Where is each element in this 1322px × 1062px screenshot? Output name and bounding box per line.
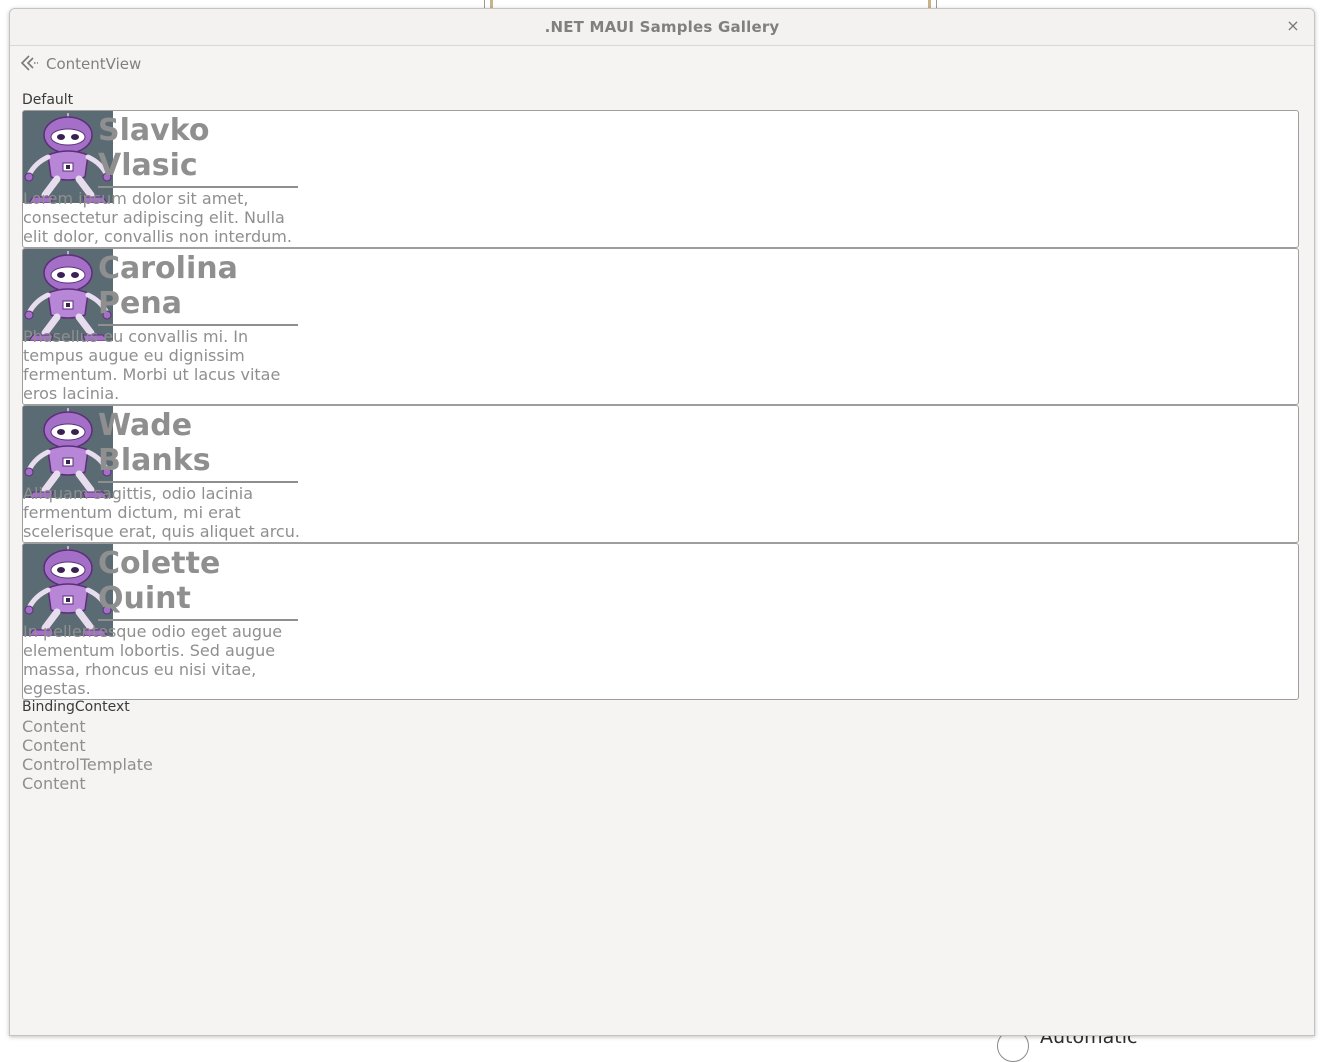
card-name: Colette Quint bbox=[98, 546, 221, 616]
card-divider bbox=[98, 324, 298, 326]
background-divider bbox=[490, 0, 493, 8]
card-name: Wade Blanks bbox=[98, 408, 211, 478]
profile-card: Slavko Vlasic Lorem ipsum dolor sit amet… bbox=[22, 110, 1299, 248]
window-title: .NET MAUI Samples Gallery bbox=[544, 18, 780, 36]
card-description: Aliquam sagittis, odio lacinia fermentum… bbox=[23, 484, 300, 541]
content-link[interactable]: Content bbox=[22, 774, 86, 793]
card-name: Slavko Vlasic bbox=[98, 113, 210, 183]
profile-card: Carolina Pena Phasellus eu convallis mi.… bbox=[22, 248, 1299, 405]
background-divider bbox=[928, 0, 931, 8]
title-bar[interactable]: .NET MAUI Samples Gallery × bbox=[10, 9, 1314, 46]
profile-card: Colette Quint In pellentesque odio eget … bbox=[22, 543, 1299, 700]
profile-card: Wade Blanks Aliquam sagittis, odio lacin… bbox=[22, 405, 1299, 543]
background-divider bbox=[936, 0, 937, 8]
section-label-bindingcontext: BindingContext bbox=[22, 699, 130, 715]
card-name: Carolina Pena bbox=[98, 251, 238, 321]
section-label-default: Default bbox=[22, 92, 74, 108]
content-link[interactable]: Content bbox=[22, 717, 86, 736]
close-icon[interactable]: × bbox=[1282, 15, 1304, 37]
page-title: ContentView bbox=[46, 55, 142, 73]
back-arrow-icon[interactable] bbox=[20, 54, 40, 72]
content-link[interactable]: Content bbox=[22, 736, 86, 755]
card-description: Phasellus eu convallis mi. In tempus aug… bbox=[23, 327, 281, 403]
card-divider bbox=[98, 619, 298, 621]
navigation-bar: ContentView bbox=[10, 46, 1314, 82]
controltemplate-link[interactable]: ControlTemplate bbox=[22, 755, 153, 774]
card-description: Lorem ipsum dolor sit amet, consectetur … bbox=[23, 189, 292, 246]
card-divider bbox=[98, 481, 298, 483]
app-window: .NET MAUI Samples Gallery × ContentView … bbox=[9, 8, 1315, 1036]
card-description: In pellentesque odio eget augue elementu… bbox=[23, 622, 283, 698]
card-divider bbox=[98, 186, 298, 188]
background-divider bbox=[484, 0, 485, 8]
